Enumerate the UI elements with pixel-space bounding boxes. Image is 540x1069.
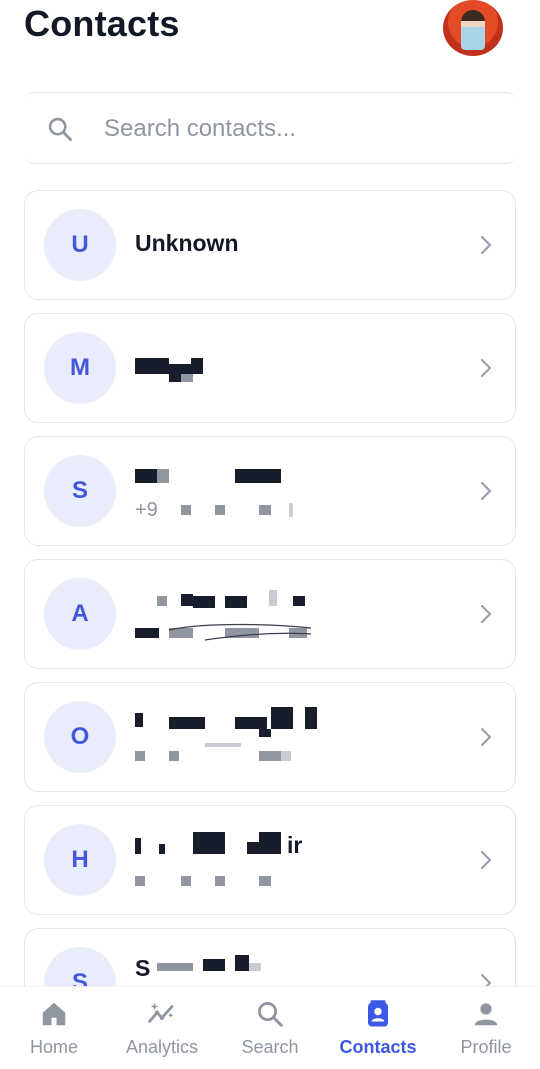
nav-analytics[interactable]: Analytics xyxy=(108,987,216,1069)
nav-label: Home xyxy=(29,1037,78,1057)
contact-initial: S xyxy=(44,455,116,527)
contact-card[interactable]: S +9 xyxy=(24,436,516,546)
search-bar xyxy=(24,92,516,164)
nav-label: Analytics xyxy=(125,1037,199,1057)
contact-card[interactable]: O xyxy=(24,682,516,792)
contact-card[interactable]: U Unknown xyxy=(24,190,516,300)
contact-card[interactable]: H ir xyxy=(24,805,516,915)
user-avatar[interactable] xyxy=(443,0,503,56)
contact-initial: A xyxy=(44,578,116,650)
contacts-icon xyxy=(368,1000,388,1027)
analytics-icon xyxy=(148,1002,174,1023)
profile-icon xyxy=(474,1003,498,1026)
nav-contacts[interactable]: Contacts xyxy=(324,987,432,1069)
nav-label: Contacts xyxy=(339,1037,417,1057)
chevron-right-icon xyxy=(480,481,492,501)
contact-card[interactable]: M xyxy=(24,313,516,423)
nav-home[interactable]: Home xyxy=(0,987,108,1069)
nav-search[interactable]: Search xyxy=(216,987,324,1069)
search-icon xyxy=(258,1002,283,1027)
contact-name: Unknown xyxy=(135,230,239,256)
contact-card[interactable]: A xyxy=(24,559,516,669)
search-icon xyxy=(48,117,72,141)
nav-label: Profile xyxy=(460,1037,512,1057)
contact-name-prefix: S xyxy=(135,955,151,981)
redaction-scribble xyxy=(168,623,312,641)
nav-label: Search xyxy=(241,1037,299,1057)
contact-name-suffix: ir xyxy=(287,832,303,858)
contact-initial: M xyxy=(44,332,116,404)
search-input[interactable] xyxy=(104,111,484,147)
home-icon xyxy=(42,1002,66,1026)
contact-initial: O xyxy=(44,701,116,773)
bottom-nav: Home Analytics Search Contacts Profile xyxy=(0,986,540,1069)
chevron-right-icon xyxy=(480,727,492,747)
chevron-right-icon xyxy=(480,850,492,870)
chevron-right-icon xyxy=(480,358,492,378)
nav-profile[interactable]: Profile xyxy=(432,987,540,1069)
chevron-right-icon xyxy=(480,604,492,624)
contact-initial: H xyxy=(44,824,116,896)
phone-prefix: +9 xyxy=(135,499,158,521)
contact-initial: U xyxy=(44,209,116,281)
page-title: Contacts xyxy=(24,3,180,44)
chevron-right-icon xyxy=(480,235,492,255)
app-header: Contacts xyxy=(0,0,540,90)
